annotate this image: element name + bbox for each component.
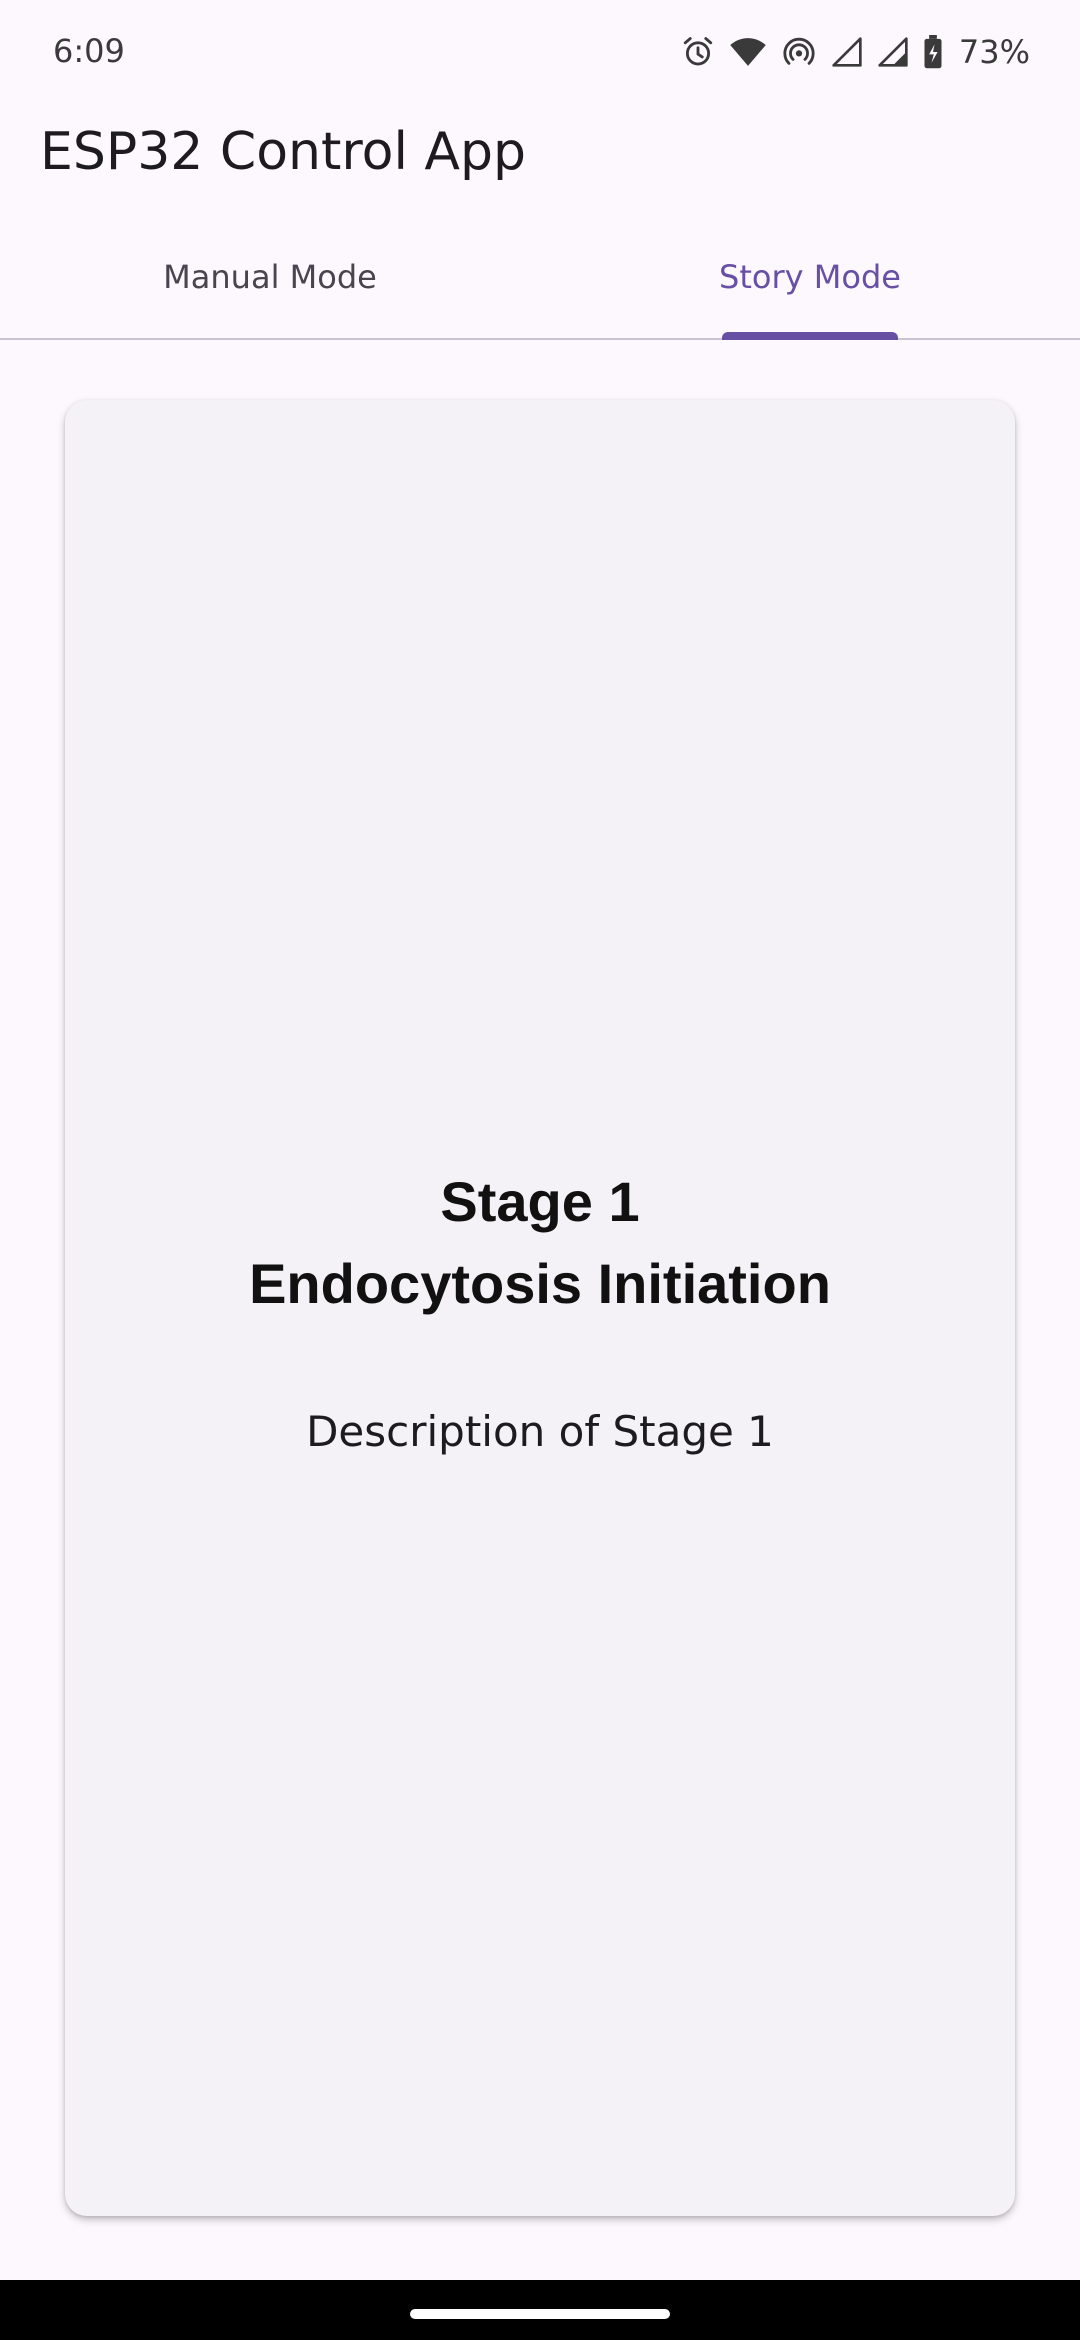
screen: 6:09 73% ESP32 Control App Manual Mode S… bbox=[0, 0, 1080, 2340]
tab-manual-mode[interactable]: Manual Mode bbox=[0, 230, 540, 338]
wifi-icon bbox=[729, 35, 767, 69]
active-tab-indicator bbox=[722, 332, 898, 340]
tab-story-mode[interactable]: Story Mode bbox=[540, 230, 1080, 340]
stage-description: Description of Stage 1 bbox=[306, 1406, 774, 1456]
gesture-handle[interactable] bbox=[410, 2309, 670, 2319]
tab-bar: Manual Mode Story Mode bbox=[0, 230, 1080, 340]
status-bar: 6:09 73% bbox=[0, 0, 1080, 104]
battery-charging-icon bbox=[923, 35, 943, 69]
app-title: ESP32 Control App bbox=[40, 122, 527, 182]
tab-label: Story Mode bbox=[719, 258, 901, 296]
stage-title: Stage 1 Endocytosis Initiation bbox=[249, 1161, 831, 1325]
signal-icon bbox=[831, 36, 863, 68]
stage-name: Endocytosis Initiation bbox=[249, 1251, 831, 1315]
signal-icon bbox=[877, 36, 909, 68]
hotspot-icon bbox=[781, 35, 817, 69]
alarm-icon bbox=[681, 35, 715, 69]
tab-label: Manual Mode bbox=[163, 258, 377, 296]
battery-percentage: 73% bbox=[958, 33, 1030, 71]
status-icons: 73% bbox=[681, 30, 1030, 74]
stage-card[interactable]: Stage 1 Endocytosis Initiation Descripti… bbox=[65, 400, 1015, 2216]
status-time: 6:09 bbox=[53, 32, 125, 70]
stage-number: Stage 1 bbox=[440, 1169, 640, 1233]
